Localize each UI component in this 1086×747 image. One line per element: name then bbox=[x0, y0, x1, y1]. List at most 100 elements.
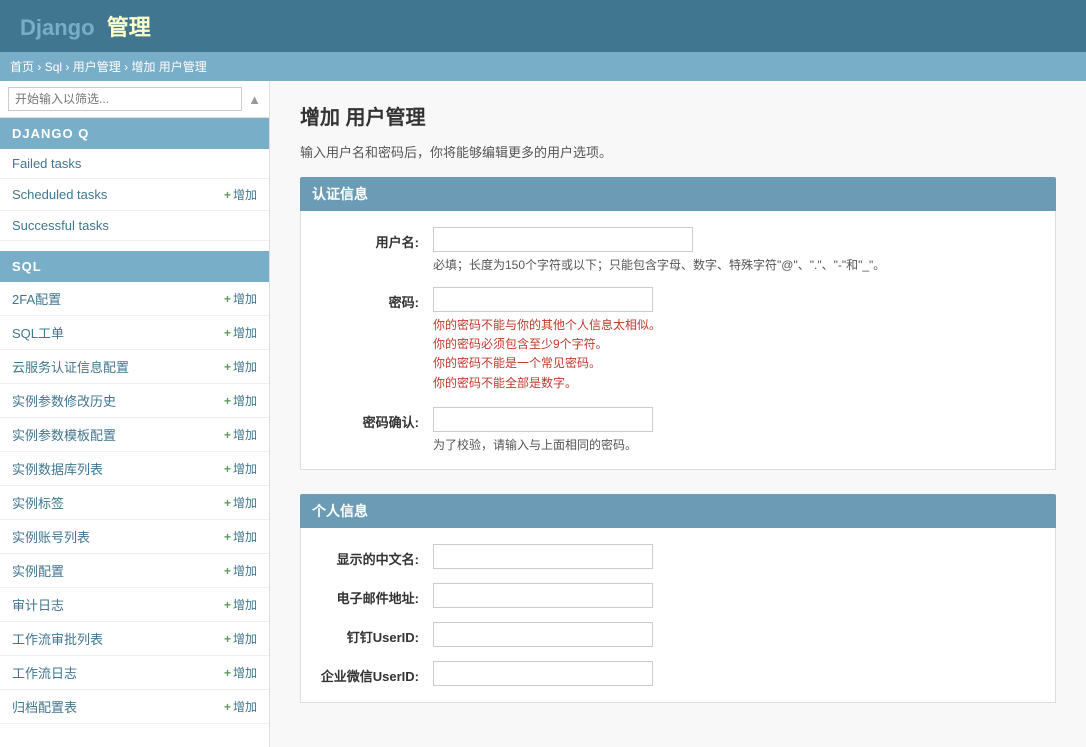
sidebar-add-sql-8[interactable]: + 增加 bbox=[224, 562, 257, 579]
sidebar-add-sql-4[interactable]: + 增加 bbox=[224, 426, 257, 443]
sidebar-item-sql-10[interactable]: 工作流审批列表+ 增加 bbox=[0, 622, 269, 656]
sidebar-item-sql-8[interactable]: 实例配置+ 增加 bbox=[0, 554, 269, 588]
sidebar-item-label-sql-2: 云服务认证信息配置 bbox=[12, 357, 129, 376]
sidebar-add-sql-11[interactable]: + 增加 bbox=[224, 664, 257, 681]
sidebar-item-scheduled-tasks[interactable]: Scheduled tasks + 增加 bbox=[0, 179, 269, 211]
sidebar-section-sql: SQL 2FA配置+ 增加SQL工单+ 增加云服务认证信息配置+ 增加实例参数修… bbox=[0, 251, 269, 724]
password1-field: 你的密码不能与你的其他个人信息太相似。你的密码必须包含至少9个字符。你的密码不能… bbox=[433, 287, 1043, 393]
password-hint: 你的密码不能全部是数字。 bbox=[433, 374, 1043, 393]
sidebar-item-sql-2[interactable]: 云服务认证信息配置 + 增加 bbox=[0, 350, 269, 384]
plus-icon: + bbox=[224, 188, 231, 202]
brand-suffix: 管理 bbox=[107, 15, 151, 40]
sidebar-item-sql-6[interactable]: 实例标签 + 增加 bbox=[0, 486, 269, 520]
plus-icon: + bbox=[224, 530, 231, 544]
sidebar-item-sql-3[interactable]: 实例参数修改历史+ 增加 bbox=[0, 384, 269, 418]
sidebar-item-label-sql-6: 实例标签 bbox=[12, 493, 64, 512]
sidebar-item-label-successful-tasks: Successful tasks bbox=[12, 218, 109, 233]
main-container: ▲ « DJANGO Q Failed tasks Scheduled task… bbox=[0, 81, 1086, 747]
personal-section-body: 显示的中文名: 电子邮件地址: 钉钉UserID: 企业微信UserID: bbox=[300, 528, 1056, 703]
plus-icon: + bbox=[224, 666, 231, 680]
personal-row-2: 钉钉UserID: bbox=[313, 622, 1043, 647]
plus-icon: + bbox=[224, 564, 231, 578]
username-help: 必填；长度为150个字符或以下；只能包含字母、数字、特殊字符"@"、"."、"-… bbox=[433, 256, 1043, 273]
sidebar-add-sql-3[interactable]: + 增加 bbox=[224, 392, 257, 409]
plus-icon: + bbox=[224, 462, 231, 476]
password1-input[interactable] bbox=[433, 287, 653, 312]
sidebar-item-sql-12[interactable]: 归档配置表 + 增加 bbox=[0, 690, 269, 724]
breadcrumb-home[interactable]: 首页 bbox=[10, 60, 34, 74]
breadcrumb-current: 增加 用户管理 bbox=[131, 60, 206, 74]
auth-section-body: 用户名: 必填；长度为150个字符或以下；只能包含字母、数字、特殊字符"@"、"… bbox=[300, 211, 1056, 470]
username-row: 用户名: 必填；长度为150个字符或以下；只能包含字母、数字、特殊字符"@"、"… bbox=[313, 227, 1043, 273]
scroll-icon: ▲ bbox=[248, 92, 261, 107]
sidebar-add-sql-0[interactable]: + 增加 bbox=[224, 290, 257, 307]
personal-input-display_name[interactable] bbox=[433, 544, 653, 569]
sidebar-filter-row: ▲ bbox=[0, 81, 269, 118]
password2-input[interactable] bbox=[433, 407, 653, 432]
personal-input-wechat_id[interactable] bbox=[433, 661, 653, 686]
main-content: 增加 用户管理 输入用户名和密码后，你将能够编辑更多的用户选项。 认证信息 用户… bbox=[270, 81, 1086, 747]
sidebar-item-successful-tasks[interactable]: Successful tasks bbox=[0, 211, 269, 241]
username-input[interactable] bbox=[433, 227, 693, 252]
sidebar-item-sql-9[interactable]: 审计日志+ 增加 bbox=[0, 588, 269, 622]
sidebar-item-sql-4[interactable]: 实例参数模板配置 + 增加 bbox=[0, 418, 269, 452]
sidebar-add-sql-5[interactable]: + 增加 bbox=[224, 460, 257, 477]
personal-section-header: 个人信息 bbox=[300, 494, 1056, 528]
password1-row: 密码: 你的密码不能与你的其他个人信息太相似。你的密码必须包含至少9个字符。你的… bbox=[313, 287, 1043, 393]
personal-row-3: 企业微信UserID: bbox=[313, 661, 1043, 686]
breadcrumb-sql[interactable]: Sql bbox=[45, 60, 62, 74]
personal-row-0: 显示的中文名: bbox=[313, 544, 1043, 569]
personal-field-2 bbox=[433, 622, 1043, 647]
sidebar-add-sql-7[interactable]: + 增加 bbox=[224, 528, 257, 545]
password2-row: 密码确认: 为了校验，请输入与上面相同的密码。 bbox=[313, 407, 1043, 453]
sidebar-section-django-q: DJANGO Q Failed tasks Scheduled tasks + … bbox=[0, 118, 269, 241]
sidebar-add-sql-12[interactable]: + 增加 bbox=[224, 698, 257, 715]
password1-label: 密码: bbox=[313, 287, 433, 311]
personal-label-0: 显示的中文名: bbox=[313, 544, 433, 568]
plus-icon: + bbox=[224, 360, 231, 374]
sidebar-item-label-failed-tasks: Failed tasks bbox=[12, 156, 81, 171]
sidebar-item-label-sql-0: 2FA配置 bbox=[12, 289, 61, 308]
header: Django 管理 bbox=[0, 0, 1086, 52]
sidebar-item-label-sql-7: 实例账号列表 bbox=[12, 527, 90, 546]
personal-label-2: 钉钉UserID: bbox=[313, 622, 433, 646]
sidebar-item-sql-0[interactable]: 2FA配置 + 增加 bbox=[0, 282, 269, 316]
sidebar-item-label-scheduled-tasks: Scheduled tasks bbox=[12, 187, 107, 202]
sidebar-add-sql-2[interactable]: + 增加 bbox=[224, 358, 257, 375]
personal-field-1 bbox=[433, 583, 1043, 608]
sidebar-add-sql-10[interactable]: + 增加 bbox=[224, 630, 257, 647]
password-hint: 你的密码不能是一个常见密码。 bbox=[433, 354, 1043, 373]
auth-section-header: 认证信息 bbox=[300, 177, 1056, 211]
personal-field-0 bbox=[433, 544, 1043, 569]
plus-icon: + bbox=[224, 428, 231, 442]
personal-input-email[interactable] bbox=[433, 583, 653, 608]
personal-label-1: 电子邮件地址: bbox=[313, 583, 433, 607]
sidebar-filter-input[interactable] bbox=[8, 87, 242, 111]
username-field: 必填；长度为150个字符或以下；只能包含字母、数字、特殊字符"@"、"."、"-… bbox=[433, 227, 1043, 273]
sidebar-item-label-sql-5: 实例数据库列表 bbox=[12, 459, 103, 478]
password-hint: 你的密码不能与你的其他个人信息太相似。 bbox=[433, 316, 1043, 335]
sidebar-item-failed-tasks[interactable]: Failed tasks bbox=[0, 149, 269, 179]
auth-section: 认证信息 用户名: 必填；长度为150个字符或以下；只能包含字母、数字、特殊字符… bbox=[300, 177, 1056, 470]
sidebar-add-sql-9[interactable]: + 增加 bbox=[224, 596, 257, 613]
sidebar-item-sql-1[interactable]: SQL工单 + 增加 bbox=[0, 316, 269, 350]
sidebar-item-label-sql-1: SQL工单 bbox=[12, 323, 64, 342]
sidebar-add-scheduled-tasks[interactable]: + 增加 bbox=[224, 186, 257, 203]
sidebar-add-sql-6[interactable]: + 增加 bbox=[224, 494, 257, 511]
sidebar-item-label-sql-4: 实例参数模板配置 bbox=[12, 425, 116, 444]
page-title: 增加 用户管理 bbox=[300, 101, 1056, 130]
plus-icon: + bbox=[224, 598, 231, 612]
sidebar-item-sql-5[interactable]: 实例数据库列表 + 增加 bbox=[0, 452, 269, 486]
site-title: Django 管理 bbox=[20, 10, 151, 42]
password-hints: 你的密码不能与你的其他个人信息太相似。你的密码必须包含至少9个字符。你的密码不能… bbox=[433, 316, 1043, 393]
breadcrumb: 首页 › Sql › 用户管理 › 增加 用户管理 bbox=[0, 52, 1086, 81]
sidebar-item-label-sql-12: 归档配置表 bbox=[12, 697, 77, 716]
plus-icon: + bbox=[224, 496, 231, 510]
sidebar: ▲ « DJANGO Q Failed tasks Scheduled task… bbox=[0, 81, 270, 747]
breadcrumb-user-mgmt[interactable]: 用户管理 bbox=[73, 60, 121, 74]
sidebar-add-sql-1[interactable]: + 增加 bbox=[224, 324, 257, 341]
sidebar-item-sql-11[interactable]: 工作流日志 + 增加 bbox=[0, 656, 269, 690]
sidebar-item-label-sql-11: 工作流日志 bbox=[12, 663, 77, 682]
sidebar-item-sql-7[interactable]: 实例账号列表 + 增加 bbox=[0, 520, 269, 554]
personal-input-dingtalk_id[interactable] bbox=[433, 622, 653, 647]
